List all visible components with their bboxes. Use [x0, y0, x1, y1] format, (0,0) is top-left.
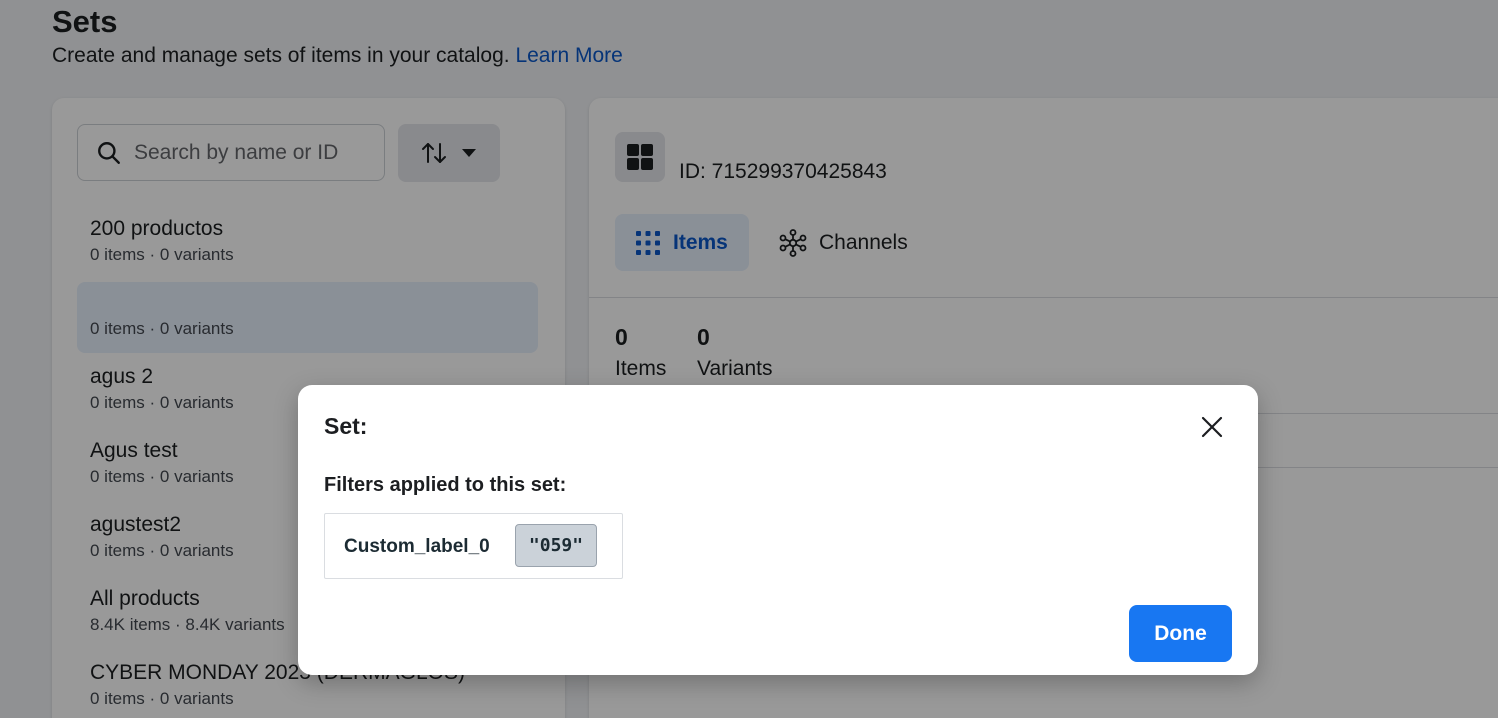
filter-chip: Custom_label_0 "059" [324, 513, 623, 579]
dialog-title: Set: [324, 413, 368, 439]
filter-value: "059" [515, 524, 597, 567]
set-filters-dialog: Set: Filters applied to this set: Custom… [298, 385, 1258, 675]
done-button[interactable]: Done [1129, 605, 1232, 662]
close-button[interactable] [1194, 409, 1230, 445]
filter-key: Custom_label_0 [344, 536, 490, 557]
close-icon [1201, 416, 1223, 438]
filters-label: Filters applied to this set: [324, 474, 567, 496]
